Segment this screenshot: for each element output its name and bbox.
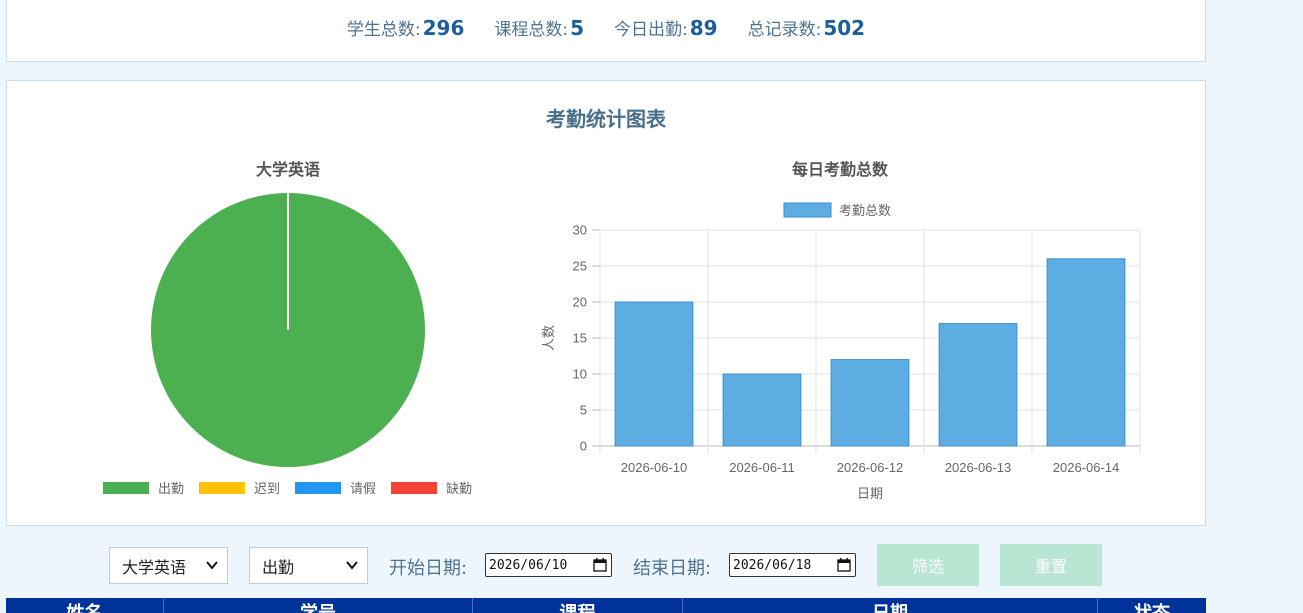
- pie-title: 大学英语: [256, 160, 320, 179]
- status-select[interactable]: 出勤: [249, 547, 368, 584]
- column-header-name[interactable]: 姓名: [6, 598, 164, 613]
- pie-legend-swatch: [103, 482, 149, 494]
- bar-chart-title: 每日考勤总数: [792, 160, 889, 179]
- status-select-value: 出勤: [262, 557, 295, 577]
- pie-legend-label: 请假: [350, 481, 376, 496]
- stat-courses: 课程总数: 5: [494, 15, 584, 40]
- y-tick-label: 5: [580, 403, 587, 418]
- bar: [1046, 258, 1126, 447]
- stat-label: 学生总数:: [346, 19, 421, 40]
- y-tick-label: 25: [573, 259, 587, 274]
- bar: [938, 323, 1018, 447]
- column-header-status[interactable]: 状态: [1098, 598, 1206, 613]
- chevron-down-icon: [206, 561, 218, 570]
- pie-legend-label: 出勤: [158, 481, 184, 496]
- x-tick-label: 2026-06-11: [729, 460, 795, 475]
- start-date-label: 开始日期:: [389, 558, 468, 579]
- y-tick-label: 20: [573, 295, 587, 310]
- start-date-value: 2026/06/10: [489, 557, 568, 573]
- filter-button[interactable]: 筛选: [877, 544, 979, 586]
- charts-canvas: 大学英语出勤 迟到 请假 缺勤 每日考勤总数考勤总数 0 5 10 15 20 25 30 2026-0…: [103, 160, 1141, 501]
- pie-legend-swatch: [199, 482, 245, 494]
- records-table-header: 姓名 学号 课程 日期 状态: [6, 598, 1206, 613]
- x-tick-label: 2026-06-12: [837, 460, 904, 475]
- pie-legend-label: 缺勤: [446, 481, 472, 496]
- bar: [614, 301, 694, 447]
- stat-value: 89: [689, 15, 718, 40]
- stat-students: 学生总数: 296: [347, 15, 464, 40]
- stat-label: 课程总数:: [494, 19, 569, 40]
- pie-legend-label: 迟到: [254, 481, 280, 496]
- x-tick-label: 2026-06-13: [945, 460, 1012, 475]
- bar: [722, 373, 802, 447]
- y-tick-label: 10: [573, 367, 587, 382]
- y-tick-label: 0: [580, 439, 587, 454]
- course-select[interactable]: 大学英语: [109, 547, 228, 584]
- calendar-icon[interactable]: [837, 558, 851, 572]
- x-tick-label: 2026-06-14: [1053, 460, 1120, 475]
- stat-total-records: 总记录数: 502: [748, 15, 865, 40]
- y-tick-label: 30: [573, 223, 587, 238]
- stat-today-attendance: 今日出勤: 89: [614, 15, 718, 40]
- column-header-student-id[interactable]: 学号: [164, 598, 473, 613]
- stat-value: 296: [422, 15, 465, 40]
- x-axis-label: 日期: [857, 486, 883, 501]
- stats-summary: 学生总数: 296 课程总数: 5 今日出勤: 89 总记录数: 502: [6, 0, 1206, 62]
- bar-legend-label: 考勤总数: [839, 203, 891, 218]
- filter-bar: 大学英语 出勤 开始日期: 2026/06/10 结束日期: 2026/06/1…: [0, 540, 1210, 590]
- stat-value: 502: [823, 15, 866, 40]
- calendar-icon[interactable]: [593, 558, 607, 572]
- y-axis-label: 人数: [541, 325, 556, 351]
- chart-panel: 考勤统计图表 大学英语 出勤 迟到 请假 缺勤 每日考勤总数 考勤总数 0 5 10 15 20 25 3…: [6, 80, 1206, 526]
- y-tick-label: 15: [573, 331, 587, 346]
- x-tick-label: 2026-06-10: [621, 460, 688, 475]
- chevron-down-icon: [346, 561, 358, 570]
- column-header-date[interactable]: 日期: [683, 598, 1098, 613]
- start-date-input[interactable]: 2026/06/10: [485, 553, 612, 577]
- pie-legend-swatch: [391, 482, 437, 494]
- end-date-value: 2026/06/18: [733, 557, 812, 573]
- end-date-input[interactable]: 2026/06/18: [729, 553, 856, 577]
- column-header-course[interactable]: 课程: [473, 598, 683, 613]
- stat-label: 今日出勤:: [614, 19, 688, 40]
- stat-label: 总记录数:: [747, 19, 822, 40]
- reset-button[interactable]: 重置: [1000, 544, 1102, 586]
- bar-legend-swatch: [783, 202, 832, 218]
- course-select-value: 大学英语: [122, 557, 187, 577]
- pie-legend-swatch: [295, 482, 341, 494]
- end-date-label: 结束日期:: [633, 558, 712, 579]
- bar: [830, 359, 910, 447]
- stat-value: 5: [570, 15, 585, 40]
